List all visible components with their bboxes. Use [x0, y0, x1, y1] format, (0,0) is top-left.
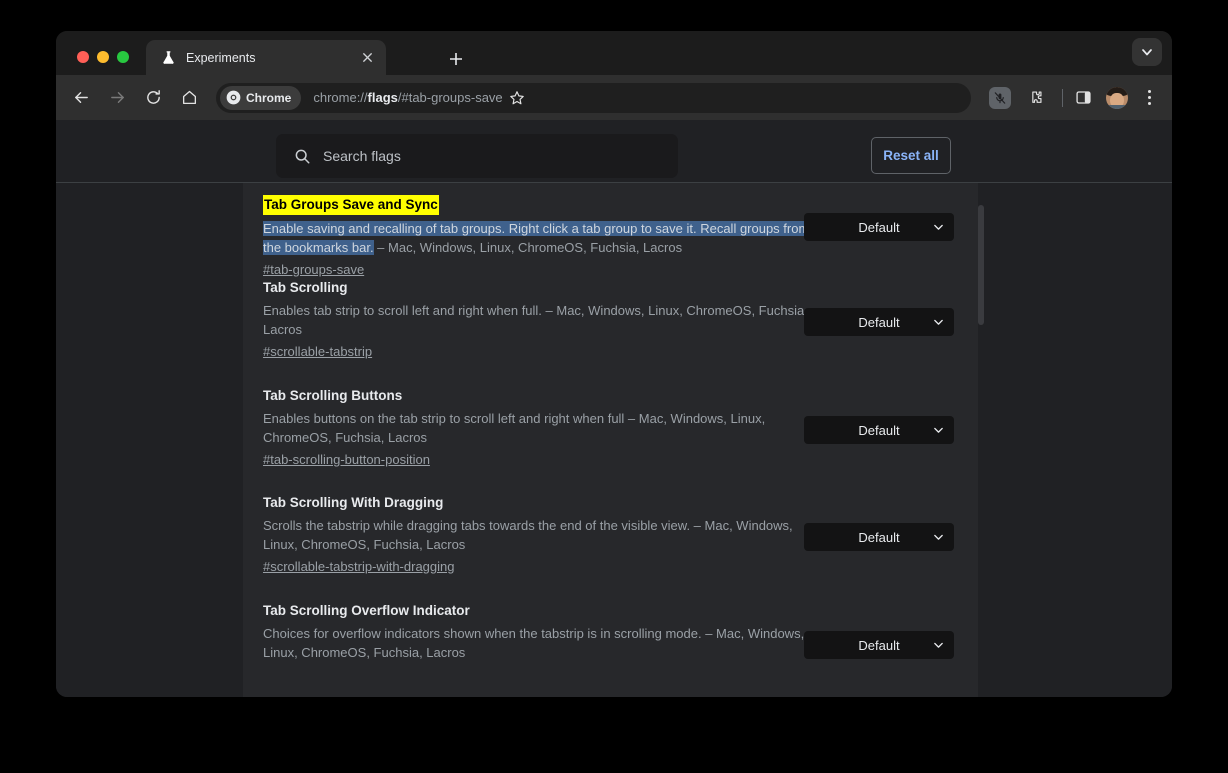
- browser-window: Experiments Chrome chrome://flags/#tab-g…: [56, 31, 1172, 697]
- flag-state-value: Default: [858, 529, 900, 545]
- profile-avatar[interactable]: [1106, 86, 1128, 109]
- flag-row: Tab Scrolling Buttons Enables buttons on…: [243, 387, 984, 494]
- description-platforms: Enables buttons on the tab strip to scro…: [263, 411, 766, 445]
- chevron-down-icon: [933, 222, 944, 233]
- tab-search-chevron-down-icon[interactable]: [1132, 38, 1162, 66]
- chrome-chip-label: Chrome: [246, 90, 292, 105]
- search-flags-input[interactable]: Search flags: [276, 134, 678, 178]
- browser-toolbar: Chrome chrome://flags/#tab-groups-save: [56, 75, 1172, 120]
- description-platforms: Scrolls the tabstrip while dragging tabs…: [263, 518, 793, 552]
- scrollbar-thumb[interactable]: [978, 205, 984, 325]
- chevron-down-icon: [933, 640, 944, 651]
- three-dot-menu-icon[interactable]: [1136, 84, 1162, 112]
- tab-strip: Experiments: [56, 31, 1172, 75]
- browser-tab-experiments[interactable]: Experiments: [146, 40, 386, 75]
- flag-state-select[interactable]: Default: [804, 631, 954, 659]
- flag-description: Enables tab strip to scroll left and rig…: [263, 301, 823, 339]
- page-scrollbar[interactable]: [978, 183, 984, 697]
- star-icon[interactable]: [503, 84, 531, 112]
- flag-row: Tab Scrolling Overflow Indicator Choices…: [243, 602, 984, 682]
- flag-title: Tab Scrolling Overflow Indicator: [263, 603, 470, 618]
- flag-row: Tab Groups Save and Sync Enable saving a…: [243, 183, 984, 279]
- flag-title: Tab Scrolling Buttons: [263, 388, 403, 403]
- omnibox[interactable]: Chrome chrome://flags/#tab-groups-save: [216, 82, 971, 113]
- back-button[interactable]: [66, 83, 96, 113]
- flag-description: Choices for overflow indicators shown wh…: [263, 624, 823, 662]
- forward-button[interactable]: [102, 83, 132, 113]
- flags-list-panel: Tab Groups Save and Sync Enable saving a…: [243, 183, 984, 697]
- chrome-origin-chip[interactable]: Chrome: [220, 85, 302, 110]
- new-tab-button[interactable]: [444, 47, 468, 71]
- flag-description: Scrolls the tabstrip while dragging tabs…: [263, 516, 823, 554]
- flag-state-select[interactable]: Default: [804, 308, 954, 336]
- chevron-down-icon: [933, 317, 944, 328]
- flag-state-value: Default: [858, 314, 900, 330]
- window-traffic-lights: [77, 51, 129, 63]
- url-domain: flags: [367, 90, 398, 105]
- url-path: /#tab-groups-save: [397, 90, 503, 105]
- flag-state-value: Default: [858, 422, 900, 438]
- description-platforms: – Mac, Windows, Linux, ChromeOS, Fuchsia…: [373, 240, 683, 255]
- flag-description: Enable saving and recalling of tab group…: [263, 219, 823, 257]
- home-button[interactable]: [174, 83, 204, 113]
- close-window-button[interactable]: [77, 51, 89, 63]
- puzzle-piece-icon[interactable]: [1021, 84, 1049, 112]
- flag-anchor-link[interactable]: #tab-groups-save: [263, 261, 364, 279]
- flag-anchor-link[interactable]: #tab-scrolling-button-position: [263, 451, 430, 469]
- maximize-window-button[interactable]: [117, 51, 129, 63]
- flag-anchor-link[interactable]: #scrollable-tabstrip-with-dragging: [263, 558, 454, 576]
- flag-row: Tab Scrolling With Dragging Scrolls the …: [243, 494, 984, 602]
- flag-title: Tab Scrolling With Dragging: [263, 495, 444, 510]
- description-platforms: Enables tab strip to scroll left and rig…: [263, 303, 808, 337]
- tab-title: Experiments: [186, 50, 256, 65]
- flags-body: Tab Groups Save and Sync Enable saving a…: [56, 183, 1172, 697]
- flag-state-select[interactable]: Default: [804, 523, 954, 551]
- toolbar-divider: [1062, 88, 1063, 107]
- flask-icon: [160, 50, 176, 66]
- description-platforms: Choices for overflow indicators shown wh…: [263, 626, 805, 660]
- flag-anchor-link[interactable]: #scrollable-tabstrip: [263, 343, 372, 361]
- reload-button[interactable]: [138, 83, 168, 113]
- minimize-window-button[interactable]: [97, 51, 109, 63]
- chevron-down-icon: [933, 425, 944, 436]
- flag-row: Tab Scrolling Enables tab strip to scrol…: [243, 279, 984, 387]
- reset-all-button[interactable]: Reset all: [871, 137, 951, 174]
- flag-description: Enables buttons on the tab strip to scro…: [263, 409, 823, 447]
- chrome-logo-icon: [226, 90, 241, 105]
- flags-header: Search flags Reset all: [56, 120, 1172, 183]
- flag-state-value: Default: [858, 219, 900, 235]
- search-icon: [294, 148, 311, 165]
- microphone-blocked-icon[interactable]: [986, 84, 1014, 112]
- flag-state-select[interactable]: Default: [804, 416, 954, 444]
- close-tab-button[interactable]: [358, 49, 376, 67]
- omnibox-url-text: chrome://flags/#tab-groups-save: [313, 90, 502, 105]
- url-prefix: chrome://: [313, 90, 368, 105]
- flag-state-select[interactable]: Default: [804, 213, 954, 241]
- search-placeholder-text: Search flags: [323, 148, 401, 164]
- chevron-down-icon: [933, 532, 944, 543]
- flag-state-value: Default: [858, 637, 900, 653]
- side-panel-icon[interactable]: [1069, 84, 1097, 112]
- flags-page: Search flags Reset all Tab Groups Save a…: [56, 120, 1172, 697]
- flag-title: Tab Scrolling: [263, 280, 348, 295]
- flag-title: Tab Groups Save and Sync: [263, 195, 439, 215]
